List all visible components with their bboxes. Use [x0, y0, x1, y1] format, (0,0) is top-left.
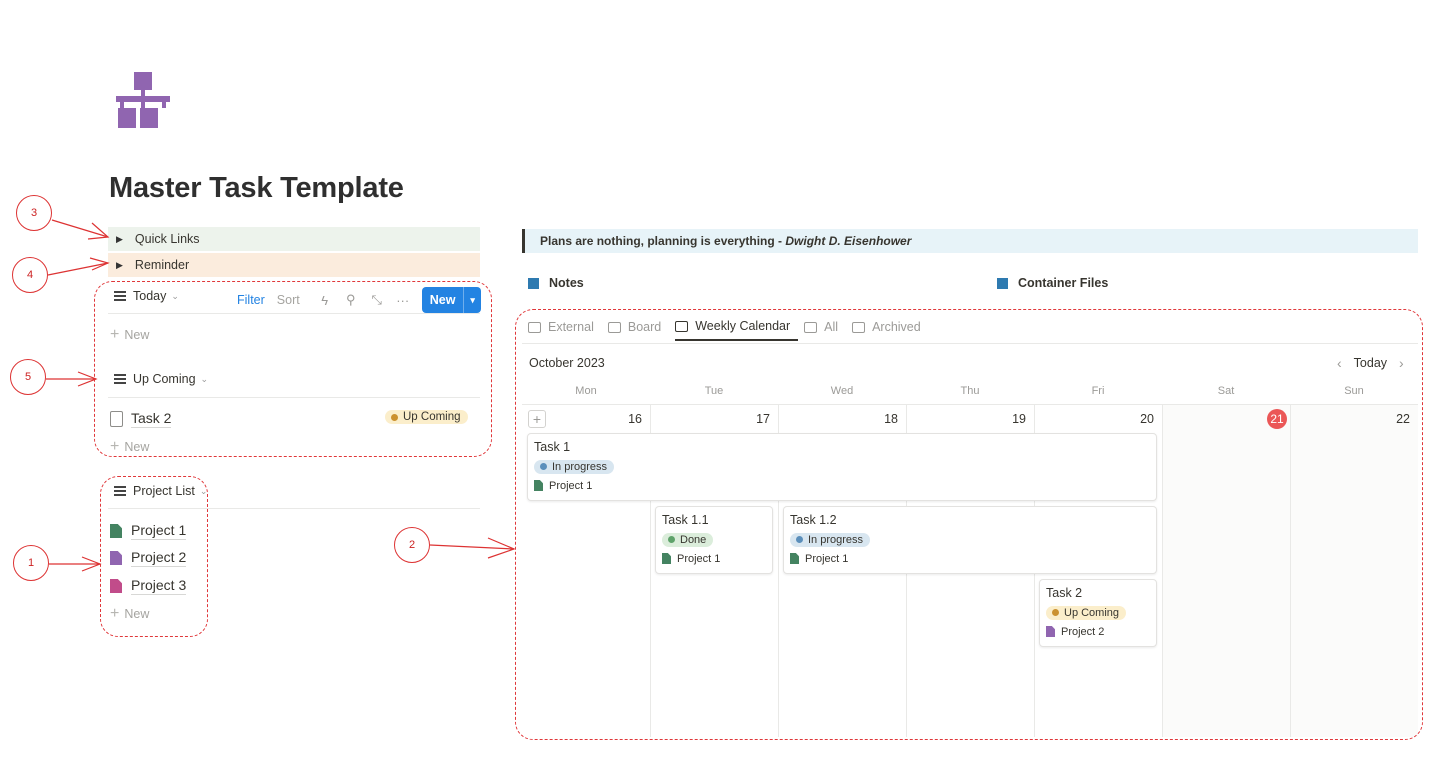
- annotation-arrows: [46, 219, 516, 572]
